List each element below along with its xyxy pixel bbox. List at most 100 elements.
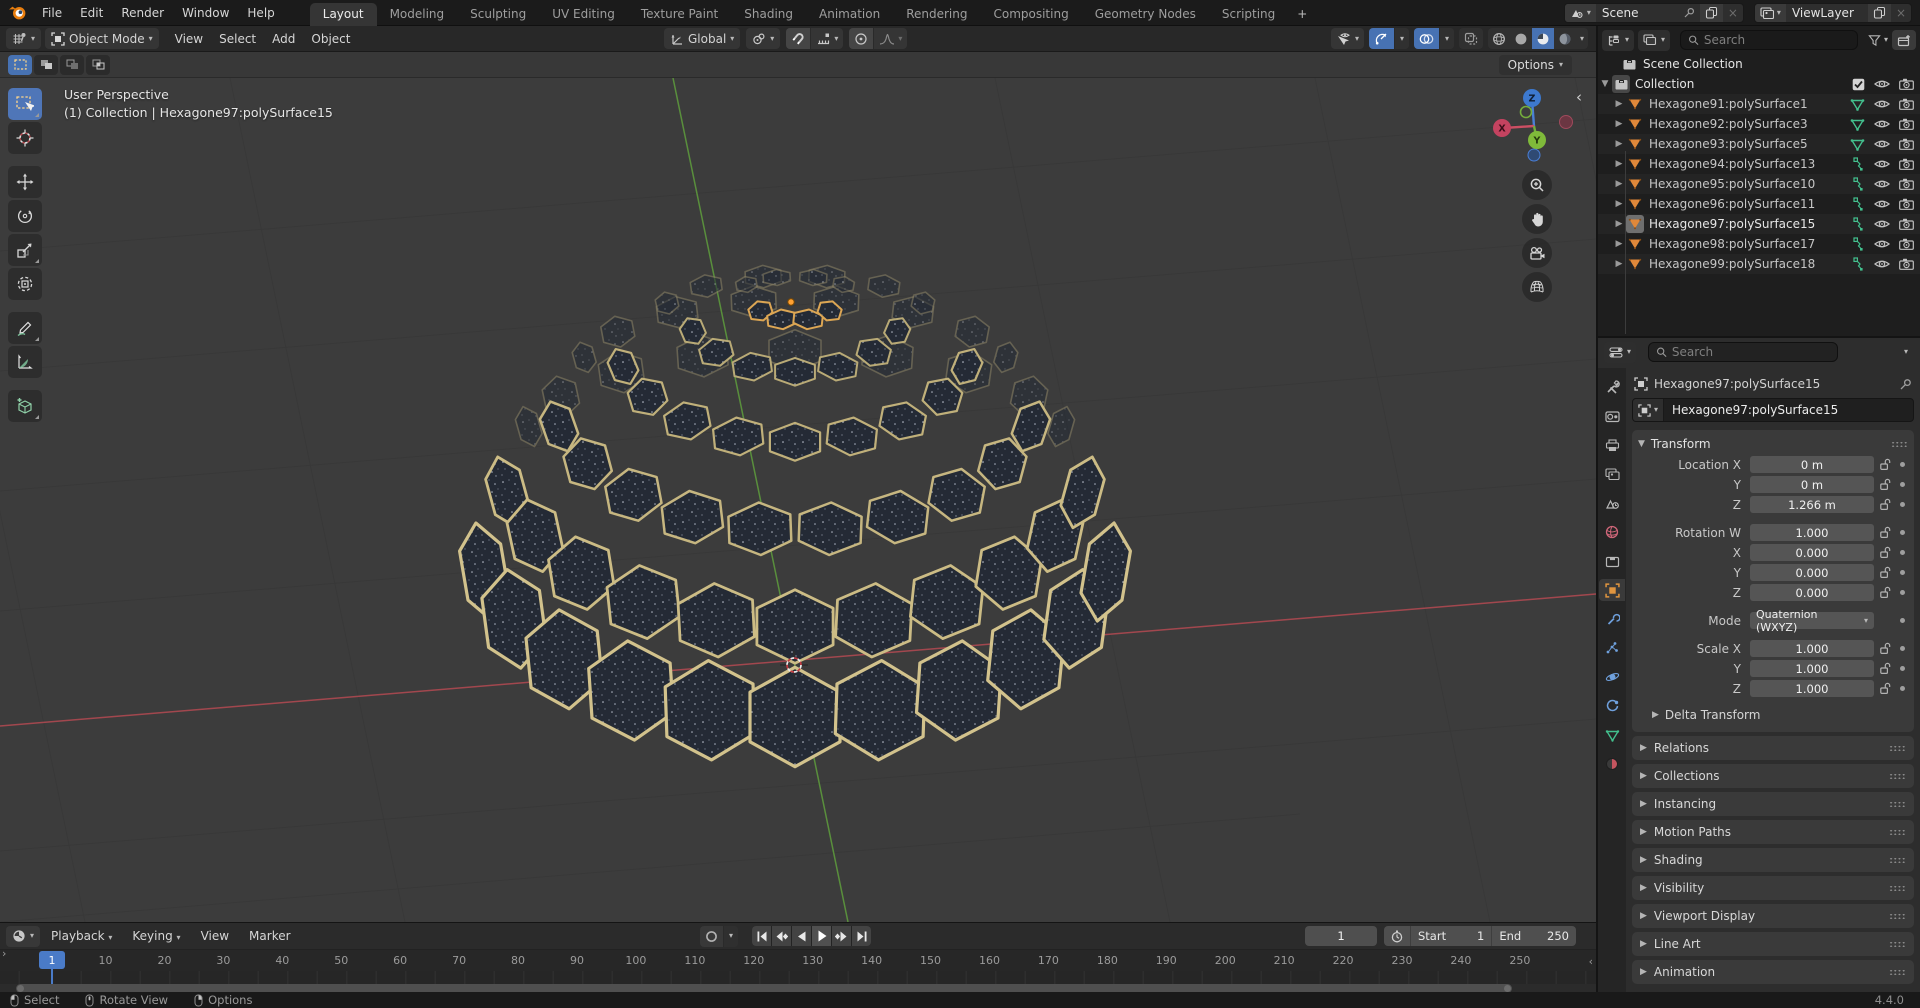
menu-file[interactable]: File [33, 3, 71, 23]
viewport-3d[interactable]: User Perspective (1) Collection | Hexago… [0, 78, 1596, 922]
transform-value-field[interactable]: 0.000 [1750, 544, 1874, 561]
autokey-toggle[interactable] [700, 926, 723, 947]
outliner-item[interactable]: ▶Hexagone98:polySurface17 [1598, 234, 1920, 254]
disable-render-icon[interactable] [1899, 198, 1914, 210]
outliner-item[interactable]: ▶Hexagone97:polySurface15 [1598, 214, 1920, 234]
mesh-object-icon[interactable] [1626, 235, 1644, 253]
workspace-tab-animation[interactable]: Animation [806, 3, 893, 26]
tool-transform[interactable] [8, 268, 42, 300]
tool-rotate[interactable] [8, 200, 42, 232]
properties-tab-collection[interactable] [1599, 550, 1625, 572]
transform-value-field[interactable]: 0 m [1750, 476, 1874, 493]
workspace-tab-rendering[interactable]: Rendering [893, 3, 980, 26]
shading-wireframe[interactable] [1488, 28, 1510, 49]
transform-value-field[interactable]: 1.000 [1750, 680, 1874, 697]
pin-icon[interactable] [1678, 4, 1700, 22]
timeline-collapse-arrow[interactable]: ‹ [1589, 955, 1593, 968]
outliner-item[interactable]: ▶Hexagone94:polySurface13 [1598, 154, 1920, 174]
panel-drag-handle[interactable] [1889, 969, 1906, 976]
properties-tab-view-layer[interactable] [1599, 463, 1625, 485]
timeline-tracks[interactable] [0, 971, 1596, 984]
gizmos-toggle[interactable] [1369, 28, 1394, 49]
mode-selector[interactable]: Object Mode ▾ [45, 28, 159, 49]
exclude-checkbox[interactable] [1852, 78, 1865, 91]
shading-dropdown[interactable]: ▾ [1576, 28, 1588, 49]
properties-tab-material[interactable] [1599, 753, 1625, 775]
proportional-falloff-selector[interactable]: ▾ [873, 28, 907, 49]
panel-drag-handle[interactable] [1891, 441, 1908, 448]
disable-render-icon[interactable] [1899, 78, 1914, 90]
animate-dot[interactable] [1900, 590, 1905, 595]
tool-annotate[interactable] [8, 312, 42, 344]
gizmo-neg-z-ball[interactable] [1528, 149, 1540, 161]
menu-window[interactable]: Window [173, 3, 238, 23]
panel-viewport-display[interactable]: ▶Viewport Display [1632, 904, 1914, 928]
outliner-display-mode-button[interactable]: ▾ [1638, 30, 1670, 51]
menu-playback[interactable]: Playback ▾ [42, 926, 121, 946]
lock-icon[interactable] [1874, 586, 1896, 599]
outliner-item[interactable]: ▶Hexagone93:polySurface5 [1598, 134, 1920, 154]
hide-eye-icon[interactable] [1874, 138, 1890, 150]
transform-value-field[interactable]: 1.266 m [1750, 496, 1874, 513]
prev-keyframe-button[interactable] [772, 926, 791, 946]
expand-caret[interactable]: ▶ [1612, 99, 1626, 109]
outliner-row-scene-collection[interactable]: Scene Collection [1598, 54, 1920, 74]
animate-dot[interactable] [1900, 686, 1905, 691]
panel-drag-handle[interactable] [1889, 857, 1906, 864]
lock-icon[interactable] [1874, 478, 1896, 491]
mesh-object-icon[interactable] [1626, 155, 1644, 173]
animate-dot[interactable] [1900, 570, 1905, 575]
expand-caret[interactable]: ▶ [1612, 159, 1626, 169]
lock-icon[interactable] [1874, 458, 1896, 471]
disable-render-icon[interactable] [1899, 258, 1914, 270]
panel-drag-handle[interactable] [1889, 913, 1906, 920]
hexagon-dome-object[interactable] [460, 265, 1131, 766]
new-collection-button[interactable] [1892, 30, 1916, 50]
outliner-item[interactable]: ▶Hexagone96:polySurface11 [1598, 194, 1920, 214]
end-frame-field[interactable]: End250 [1491, 926, 1576, 946]
workspace-tab-layout[interactable]: Layout [310, 3, 377, 26]
use-preview-range-toggle[interactable] [1384, 926, 1410, 946]
panel-drag-handle[interactable] [1889, 885, 1906, 892]
overlays-toggle[interactable] [1414, 28, 1439, 49]
panel-drag-handle[interactable] [1889, 801, 1906, 808]
viewlayer-icon[interactable]: ▾ [1755, 4, 1786, 22]
gizmo-neg-y-ball[interactable] [1521, 107, 1532, 118]
panel-relations[interactable]: ▶Relations [1632, 736, 1914, 760]
properties-tab-world[interactable] [1599, 521, 1625, 543]
timeline-editor-type-button[interactable]: ▾ [6, 926, 40, 947]
playhead[interactable]: 1 [39, 951, 65, 969]
animate-dot[interactable] [1900, 666, 1905, 671]
outliner-item[interactable]: ▶Hexagone99:polySurface18 [1598, 254, 1920, 274]
hide-eye-icon[interactable] [1874, 178, 1890, 190]
object-id-icon[interactable]: ▾ [1633, 399, 1664, 421]
object-name-input[interactable] [1664, 403, 1913, 417]
properties-tab-render[interactable] [1599, 405, 1625, 427]
delete-scene-button[interactable]: × [1723, 4, 1743, 22]
mesh-object-icon[interactable] [1626, 95, 1644, 113]
mesh-object-icon[interactable] [1626, 255, 1644, 273]
play-reverse-button[interactable] [792, 926, 811, 946]
menu-tl-view[interactable]: View [192, 926, 238, 946]
outliner-item[interactable]: ▶Hexagone92:polySurface3 [1598, 114, 1920, 134]
transform-panel-header[interactable]: ▼ Transform [1638, 434, 1908, 454]
menu-add[interactable]: Add [264, 29, 303, 49]
animate-dot[interactable] [1900, 550, 1905, 555]
hide-eye-icon[interactable] [1874, 198, 1890, 210]
panel-drag-handle[interactable] [1889, 745, 1906, 752]
properties-options-dropdown[interactable]: ▾ [1904, 348, 1908, 356]
menu-edit[interactable]: Edit [71, 3, 112, 23]
snap-toggle[interactable] [786, 28, 810, 49]
delta-transform-panel[interactable]: ▶Delta Transform [1638, 704, 1908, 726]
proportional-edit-toggle[interactable] [849, 28, 873, 49]
pan-button[interactable] [1522, 204, 1552, 234]
gizmo-neg-x-ball[interactable] [1560, 116, 1573, 129]
mesh-object-icon[interactable] [1626, 195, 1644, 213]
disable-render-icon[interactable] [1899, 158, 1914, 170]
play-button[interactable] [812, 926, 831, 946]
orientation-selector[interactable]: Global ▾ [664, 28, 740, 49]
outliner-search[interactable] [1680, 30, 1858, 50]
disable-render-icon[interactable] [1899, 178, 1914, 190]
expand-caret[interactable]: ▶ [1612, 259, 1626, 269]
workspace-tab-shading[interactable]: Shading [731, 3, 806, 26]
